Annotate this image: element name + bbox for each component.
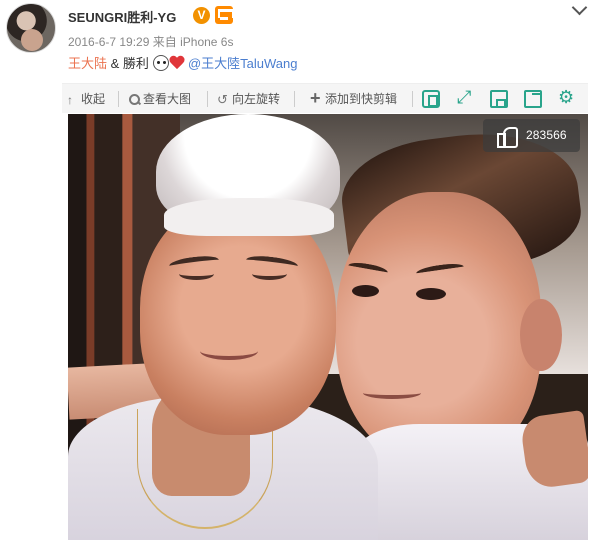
- plus-icon: [310, 83, 322, 113]
- post-name: 勝利: [122, 56, 149, 71]
- verified-badge: V: [193, 7, 210, 24]
- settings-icon[interactable]: [558, 88, 576, 108]
- post-source[interactable]: iPhone 6s: [180, 35, 233, 49]
- toolbar-divider: [207, 91, 208, 107]
- post-separator: &: [107, 56, 123, 71]
- frame-icon[interactable]: [422, 90, 440, 108]
- post-date[interactable]: 2016-6-7 19:29: [68, 35, 149, 49]
- share-icon[interactable]: [524, 90, 542, 108]
- left-person-eye: [252, 268, 287, 280]
- username[interactable]: SEUNGRI胜利-YG: [68, 7, 176, 26]
- rotate-left-label: 向左旋转: [232, 92, 281, 106]
- post-source-prefix: 来自: [152, 35, 177, 49]
- right-person-ear: [520, 299, 562, 371]
- expand-icon[interactable]: [456, 88, 474, 108]
- panda-icon: [152, 55, 169, 71]
- left-person-eye: [179, 268, 214, 280]
- image-toolbar: 收起 查看大图 向左旋转 添加到快剪辑: [62, 83, 588, 115]
- search-icon: [128, 93, 140, 105]
- post-photo[interactable]: [68, 114, 588, 540]
- thumbs-up-icon: [495, 125, 518, 148]
- view-large-label: 查看大图: [143, 92, 192, 106]
- toolbar-divider: [412, 91, 413, 107]
- vip-crown-icon: [215, 6, 234, 24]
- post-link-name[interactable]: 王大陆: [68, 56, 107, 71]
- right-person-mouth: [363, 387, 421, 399]
- chevron-down-icon[interactable]: [571, 1, 587, 17]
- view-large-button[interactable]: 查看大图: [128, 84, 191, 114]
- toolbar-divider: [294, 91, 295, 107]
- collapse-button[interactable]: 收起: [66, 84, 106, 115]
- cap-bill: [164, 198, 334, 236]
- toolbar-divider: [118, 91, 119, 107]
- likes-count: 283566: [526, 128, 567, 142]
- up-arrow-icon: [66, 85, 78, 115]
- save-icon[interactable]: [490, 90, 508, 108]
- post-content: 王大陆 & 勝利 @王大陸TaluWang: [68, 53, 297, 72]
- collapse-label: 收起: [81, 92, 106, 106]
- avatar[interactable]: [6, 3, 56, 53]
- add-to-clip-button[interactable]: 添加到快剪辑: [310, 83, 398, 114]
- rotate-left-button[interactable]: 向左旋转: [217, 84, 281, 115]
- right-person-eye: [416, 288, 446, 300]
- rotate-left-icon: [217, 85, 229, 115]
- post-meta: 2016-6-7 19:29 来自 iPhone 6s: [68, 33, 233, 50]
- right-person-eye: [352, 285, 379, 297]
- post-header: SEUNGRI胜利-YG V 2016-6-7 19:29 来自 iPhone …: [0, 0, 600, 80]
- mention-link[interactable]: @王大陸TaluWang: [188, 56, 298, 71]
- left-person-mouth: [200, 342, 258, 360]
- add-to-clip-label: 添加到快剪辑: [325, 92, 398, 106]
- heart-icon: [169, 56, 185, 70]
- likes-button[interactable]: 283566: [483, 119, 580, 152]
